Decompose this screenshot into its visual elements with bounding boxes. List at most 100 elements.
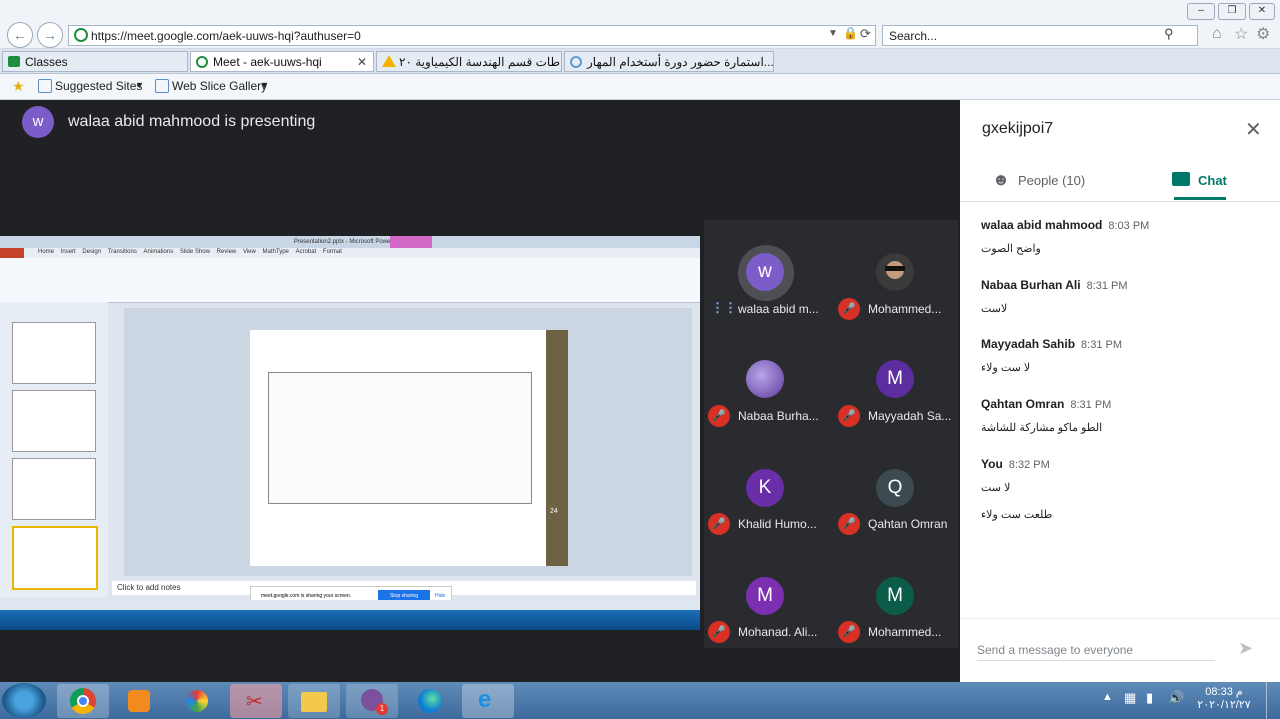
tab-label: Meet - aek-uuws-hqi <box>213 55 322 69</box>
scissors-icon: ✂ <box>246 691 263 713</box>
favorites-star-icon[interactable]: ★ <box>12 78 25 95</box>
tab-meet[interactable]: Meet - aek-uuws-hqi ✕ <box>190 51 374 72</box>
file-tab <box>0 248 24 258</box>
dropdown-icon[interactable]: ▼ <box>828 28 838 39</box>
mic-off-icon: 🎤 <box>708 405 730 427</box>
folder-icon <box>301 692 327 712</box>
audio-level-icon: ⋮⋮ <box>711 300 737 315</box>
participant-name: Nabaa Burha... <box>738 409 819 423</box>
chevron-down-icon[interactable]: ▼ <box>135 80 144 90</box>
chrome-taskbar-button[interactable] <box>57 684 109 718</box>
slide-thumbnail <box>12 322 96 384</box>
settings-gear-icon[interactable]: ⚙ <box>1256 24 1270 44</box>
sender-name: walaa abid mahmood <box>981 218 1103 232</box>
slide-edge-decor: 24 <box>546 330 568 566</box>
tab-form[interactable]: استمارة حضور دورة أستخدام المهار... <box>564 51 774 72</box>
divider <box>960 201 1280 202</box>
side-panel: gxekijpoi7 ✕ ☻ People (10) Chat walaa ab… <box>960 100 1280 682</box>
internet-explorer-icon: e <box>478 686 492 713</box>
search-input[interactable]: Search... <box>882 25 1198 46</box>
presenter-avatar: w <box>22 106 54 138</box>
chevron-down-icon[interactable]: ▼ <box>260 80 269 90</box>
close-tab-icon[interactable]: ✕ <box>357 52 367 71</box>
classroom-icon <box>8 56 20 67</box>
tab-people[interactable]: ☻ People (10) <box>980 162 1130 200</box>
show-hidden-icons[interactable]: ▲ <box>1102 691 1113 703</box>
tab-chat[interactable]: Chat <box>1160 162 1244 200</box>
chat-input[interactable]: Send a message to everyone <box>977 643 1133 657</box>
refresh-icon[interactable]: ⟳ <box>860 26 871 42</box>
address-bar[interactable]: https://meet.google.com/aek-uuws-hqi?aut… <box>68 25 876 46</box>
suggested-sites-link[interactable]: Suggested Sites <box>55 79 142 93</box>
ie-taskbar-button[interactable]: e <box>462 684 514 718</box>
ppt-ribbon-tabs: Home Insert Design Transitions Animation… <box>0 248 700 258</box>
volume-icon[interactable]: 🔊 <box>1168 690 1184 706</box>
close-window-button[interactable]: ✕ <box>1249 3 1275 20</box>
sender-name: Qahtan Omran <box>981 397 1065 411</box>
chrome-center <box>77 695 89 707</box>
start-button[interactable] <box>2 683 46 718</box>
close-icon[interactable]: ✕ <box>1245 117 1262 142</box>
home-icon[interactable]: ⌂ <box>1212 25 1222 43</box>
picture-tools-tab <box>390 236 432 248</box>
favorites-star-icon[interactable]: ☆ <box>1234 24 1248 44</box>
active-tab-indicator <box>1174 197 1226 200</box>
slide-thumbnail <box>12 390 96 452</box>
participant-name: Mohammed... <box>868 302 942 316</box>
edge-taskbar-button[interactable] <box>404 684 456 718</box>
message-text: طلعت ست ولاء <box>981 509 1053 521</box>
search-icon[interactable]: ⚲ <box>1164 26 1174 42</box>
forward-icon[interactable]: → <box>37 22 63 48</box>
browser-toolbar: ← → https://meet.google.com/aek-uuws-hqi… <box>0 0 1280 49</box>
ppt-status-bar <box>0 600 700 610</box>
slide-table-image <box>268 372 532 504</box>
notification-badge: 1 <box>376 703 388 715</box>
participant-avatar: K <box>746 469 784 507</box>
sunglasses-shape <box>885 266 905 271</box>
lock-icon[interactable]: 🔒 <box>843 26 858 40</box>
slide-canvas-area: 24 <box>124 308 692 576</box>
site-icon <box>74 28 88 42</box>
input-underline <box>977 660 1215 661</box>
message-time: 8:31 PM <box>1070 399 1112 411</box>
chat-message: walaa abid mahmood 8:03 PM واضح الصوت <box>981 216 1261 255</box>
chat-icon <box>1172 172 1190 186</box>
current-slide <box>250 330 546 566</box>
divider <box>960 618 1280 619</box>
tab-label: نشاطات قسم الهندسة الكيمياوية ٢٠... <box>399 55 561 69</box>
explorer-taskbar-button[interactable] <box>288 684 340 718</box>
tab-drive[interactable]: نشاطات قسم الهندسة الكيمياوية ٢٠... <box>376 51 562 72</box>
show-desktop-button[interactable] <box>1266 682 1280 719</box>
ppt-title-bar: Presentation2.pptx - Microsoft PowerPoin… <box>0 236 700 248</box>
message-text: لاست <box>981 303 1008 315</box>
mic-off-icon: 🎤 <box>708 621 730 643</box>
mic-off-icon: 🎤 <box>838 621 860 643</box>
viber-taskbar-button[interactable]: 1 <box>346 684 398 718</box>
paint-taskbar-button[interactable] <box>172 684 224 718</box>
message-time: 8:31 PM <box>1081 339 1122 351</box>
meeting-code-title: gxekijpoi7 <box>982 120 1054 137</box>
snipping-tool-taskbar-button[interactable]: ✂ <box>230 684 282 718</box>
chat-message: Mayyadah Sahib 8:31 PM لا ست ولاء <box>981 335 1261 374</box>
participant-avatar: M <box>876 360 914 398</box>
mic-off-icon: 🎤 <box>708 513 730 535</box>
back-icon[interactable]: ← <box>7 22 33 48</box>
clock[interactable]: 08:33 م ٢٠٢٠/١٢/٢٧ <box>1190 685 1258 711</box>
minimize-button[interactable]: – <box>1187 3 1215 20</box>
sender-name: You <box>981 457 1003 471</box>
slide-thumbnail-selected <box>12 526 98 590</box>
presenting-label: walaa abid mahmood is presenting <box>68 113 316 130</box>
meet-icon <box>196 56 208 68</box>
media-player-taskbar-button[interactable] <box>114 684 166 718</box>
paint-icon <box>186 690 208 712</box>
web-slice-gallery-link[interactable]: Web Slice Gallery <box>172 79 267 93</box>
time-text: 08:33 م <box>1205 686 1243 698</box>
network-icon[interactable]: ▦ <box>1124 690 1136 706</box>
date-text: ٢٠٢٠/١٢/٢٧ <box>1197 699 1251 711</box>
send-icon[interactable]: ➤ <box>1238 638 1253 659</box>
tab-classes[interactable]: Classes <box>2 51 188 72</box>
tab-label: Classes <box>25 55 68 69</box>
ie-page-icon <box>570 56 582 68</box>
battery-icon[interactable]: ▮ <box>1146 690 1153 706</box>
maximize-button[interactable]: ❐ <box>1218 3 1246 20</box>
